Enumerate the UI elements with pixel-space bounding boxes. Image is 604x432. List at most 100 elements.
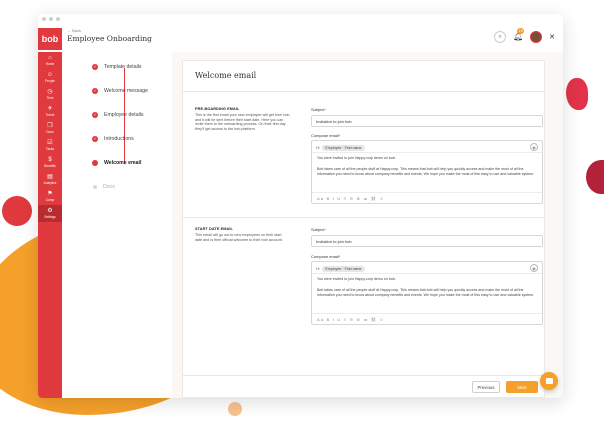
required-mark: * — [324, 107, 326, 112]
panel-footer: Previous Next — [183, 375, 544, 397]
section-divider — [183, 217, 544, 218]
formatting-toolbar[interactable]: Aa B I U ≡ ⊖ ⊜ ≔ ⛓ ☺ — [317, 196, 385, 201]
step-employee-details[interactable]: ✓ Employee details — [92, 112, 144, 118]
analytics-icon: ▤ — [47, 174, 53, 180]
sidebar-item-label: Home — [45, 62, 55, 66]
check-icon: ✓ — [92, 64, 98, 70]
recipient-line: Hi Employee · First name — [316, 145, 365, 151]
window-titlebar — [38, 14, 563, 24]
preboarding-compose-editor[interactable]: Hi Employee · First name ◉ You were invit… — [311, 140, 543, 204]
formatting-toolbar[interactable]: Aa B I U ≡ ⊖ ⊜ ≔ ⛓ ☺ — [317, 317, 385, 322]
startdate-compose-editor[interactable]: Hi Employee · First name ◉ You were invit… — [311, 261, 543, 325]
wizard-steps: ✓ Template details ✓ Welcome message ✓ Empl… — [62, 52, 172, 398]
sidebar: ⌂ Home ☺ People ◷ Time ✈ Travel ❐ Docs ☑ Tasks… — [38, 52, 62, 398]
window-dot[interactable] — [49, 17, 53, 21]
required-mark: * — [338, 133, 341, 138]
step-label: Introductions — [104, 136, 134, 142]
window-dot[interactable] — [56, 17, 60, 21]
step-docs[interactable]: Docs — [92, 184, 115, 190]
sidebar-item-label: Time — [46, 96, 54, 100]
welcome-email-panel: Welcome email PRE-BOARDING EMAIL This is… — [182, 60, 545, 398]
preboarding-description: This is the first email your new employe… — [195, 113, 291, 131]
sidebar-item-label: People — [45, 79, 55, 83]
sidebar-item-settings[interactable]: ⚙ Settings — [38, 205, 62, 222]
preboarding-subject-input[interactable]: Invitation to join bob — [311, 115, 543, 127]
step-welcome-email[interactable]: Welcome email — [92, 160, 141, 166]
recipient-prefix: Hi — [316, 146, 320, 150]
startdate-subject-label: Subject* — [311, 227, 326, 232]
docs-icon: ❐ — [47, 123, 53, 129]
startdate-title: START DATE EMAIL — [195, 227, 233, 231]
label-text: Compose email — [311, 133, 339, 138]
window-dot[interactable] — [42, 17, 46, 21]
divider — [312, 152, 542, 153]
bob-logo[interactable]: bob — [38, 28, 62, 50]
divider — [312, 313, 542, 314]
check-icon: ✓ — [92, 136, 98, 142]
sidebar-item-tasks[interactable]: ☑ Tasks — [38, 137, 62, 154]
sidebar-item-label: Tasks — [45, 147, 55, 151]
app-header: bob ← Back Employee Onboarding ⌕ 🔔︎ 19 ✕ — [38, 24, 563, 52]
notifications-button[interactable]: 🔔︎ 19 — [513, 28, 525, 42]
decor-red-blob-right — [586, 160, 604, 194]
startdate-subject-input[interactable]: Invitation to join bob — [311, 235, 543, 247]
recipient-prefix: Hi — [316, 267, 320, 271]
step-template-details[interactable]: ✓ Template details — [92, 64, 141, 70]
sidebar-item-label: Travel — [45, 113, 55, 117]
chat-icon — [545, 378, 553, 384]
sidebar-item-docs[interactable]: ❐ Docs — [38, 120, 62, 137]
label-text: Subject — [311, 227, 325, 232]
notification-badge: 19 — [517, 28, 525, 34]
sidebar-item-travel[interactable]: ✈ Travel — [38, 103, 62, 120]
placeholder-chip[interactable]: Employee · First name — [322, 266, 365, 272]
step-welcome-message[interactable]: ✓ Welcome message — [92, 88, 148, 94]
main-content: Welcome email PRE-BOARDING EMAIL This is… — [172, 52, 563, 398]
panel-title: Welcome email — [195, 71, 257, 80]
home-icon: ⌂ — [48, 55, 52, 61]
step-label: Docs — [103, 184, 115, 190]
check-icon: ✓ — [92, 112, 98, 118]
sidebar-item-analytics[interactable]: ▤ Analytics — [38, 171, 62, 188]
search-button[interactable]: ⌕ — [494, 31, 507, 43]
step-label: Employee details — [104, 112, 144, 118]
page-title: Employee Onboarding — [67, 34, 152, 43]
clock-icon: ◷ — [47, 89, 53, 95]
sidebar-item-comp[interactable]: ⚑ Comp — [38, 188, 62, 205]
decor-red-dot — [2, 196, 32, 226]
divider — [183, 91, 544, 92]
sidebar-item-home[interactable]: ⌂ Home — [38, 52, 62, 69]
preboarding-title: PRE-BOARDING EMAIL — [195, 107, 240, 111]
email-paragraph: Bob takes care of all the people stuff a… — [317, 167, 535, 176]
gear-icon: ⚙ — [47, 208, 53, 214]
decor-pink-blob — [566, 78, 588, 110]
placeholder-chip[interactable]: Employee · First name — [322, 145, 365, 151]
chat-button[interactable] — [540, 372, 558, 390]
sidebar-item-label: Docs — [46, 130, 54, 134]
sidebar-item-time[interactable]: ◷ Time — [38, 86, 62, 103]
search-icon: ⌕ — [498, 33, 502, 40]
sidebar-item-benefits[interactable]: $ Benefits — [38, 154, 62, 171]
app-window: bob ← Back Employee Onboarding ⌕ 🔔︎ 19 ✕… — [38, 14, 563, 398]
required-mark: * — [338, 254, 341, 259]
sidebar-item-label: Settings — [44, 215, 56, 219]
step-label: Welcome email — [104, 160, 142, 166]
preview-eye-icon[interactable]: ◉ — [530, 264, 538, 272]
back-link[interactable]: ← Back — [67, 28, 81, 33]
divider — [312, 192, 542, 193]
plane-icon: ✈ — [47, 106, 53, 112]
tasks-icon: ☑ — [47, 140, 53, 146]
email-paragraph: You were invited to join Happy.corp demo… — [317, 156, 396, 160]
step-introductions[interactable]: ✓ Introductions — [92, 136, 134, 142]
label-text: Compose email — [311, 254, 339, 259]
next-button[interactable]: Next — [506, 381, 538, 393]
preboarding-compose-label: Compose email* — [311, 133, 340, 138]
decor-peach-dot — [228, 402, 242, 416]
preview-eye-icon[interactable]: ◉ — [530, 143, 538, 151]
previous-button[interactable]: Previous — [472, 381, 500, 393]
more-icon[interactable]: ✕ — [549, 33, 555, 41]
check-icon: ✓ — [92, 88, 98, 94]
sidebar-item-people[interactable]: ☺ People — [38, 69, 62, 86]
avatar[interactable] — [530, 31, 543, 43]
divider — [312, 273, 542, 274]
sidebar-item-label: Analytics — [43, 181, 57, 185]
